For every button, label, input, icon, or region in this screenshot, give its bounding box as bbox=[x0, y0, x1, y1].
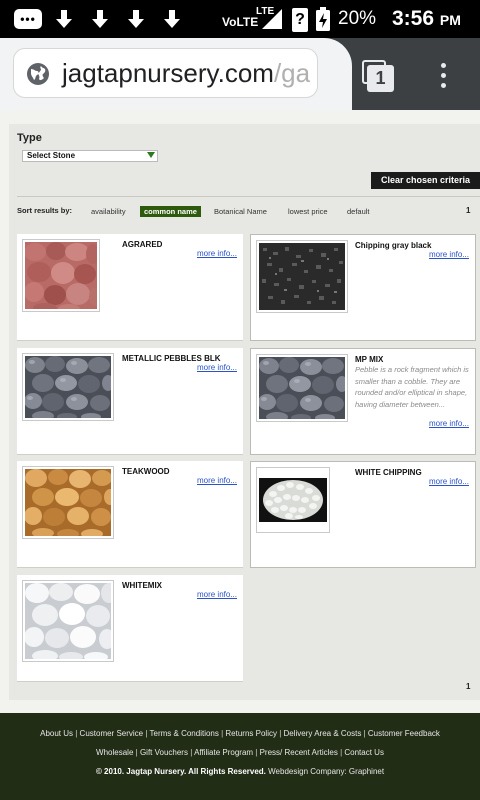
footer-link[interactable]: Wholesale bbox=[96, 748, 133, 757]
more-info-link[interactable]: more info... bbox=[197, 363, 237, 372]
copyright-text: © 2010. Jagtap Nursery. All Rights Reser… bbox=[95, 767, 266, 776]
unknown-sim-icon: ? bbox=[292, 8, 308, 32]
product-name[interactable]: METALLIC PEBBLES BLK bbox=[122, 354, 221, 363]
product-image[interactable] bbox=[22, 580, 114, 662]
more-info-link[interactable]: more info... bbox=[197, 476, 237, 485]
product-card[interactable]: Chipping gray black more info... bbox=[250, 234, 476, 341]
product-name[interactable]: Chipping gray black bbox=[355, 241, 431, 250]
product-card[interactable]: MP MIX Pebble is a rock fragment which i… bbox=[250, 348, 476, 455]
tab-count: 1 bbox=[367, 65, 394, 92]
webdesign-credit-link[interactable]: Webdesign Company: Graphinet bbox=[268, 767, 384, 776]
download-icon bbox=[160, 8, 184, 30]
dropdown-arrow-icon bbox=[147, 152, 155, 158]
product-image[interactable] bbox=[256, 354, 348, 422]
tab-switcher-button[interactable]: 1 bbox=[362, 60, 394, 92]
browser-toolbar: jagtapnursery.com/ga 1 bbox=[0, 38, 480, 110]
footer-link[interactable]: Delivery Area & Costs bbox=[284, 729, 362, 738]
product-image[interactable] bbox=[256, 240, 348, 313]
volte-label: VoLTE bbox=[222, 15, 259, 29]
sort-availability[interactable]: availability bbox=[91, 206, 126, 217]
footer-link[interactable]: About Us bbox=[40, 729, 73, 738]
more-info-link[interactable]: more info... bbox=[197, 249, 237, 258]
url-path: /ga bbox=[273, 58, 311, 88]
divider bbox=[17, 196, 480, 197]
product-image[interactable] bbox=[256, 467, 330, 533]
url-bar[interactable]: jagtapnursery.com/ga bbox=[13, 48, 318, 98]
battery-icon bbox=[315, 7, 331, 36]
product-image[interactable] bbox=[22, 239, 100, 312]
download-icon bbox=[52, 8, 76, 30]
product-image[interactable] bbox=[22, 466, 114, 539]
footer-copyright: © 2010. Jagtap Nursery. All Rights Reser… bbox=[0, 767, 480, 776]
stone-type-select[interactable]: Select Stone bbox=[22, 150, 158, 162]
footer-links-row-1: About Us | Customer Service | Terms & Co… bbox=[40, 729, 440, 738]
more-info-link[interactable]: more info... bbox=[429, 250, 469, 259]
footer-link[interactable]: Terms & Conditions bbox=[150, 729, 219, 738]
footer-link[interactable]: Returns Policy bbox=[225, 729, 277, 738]
site-footer: About Us | Customer Service | Terms & Co… bbox=[0, 713, 480, 800]
more-info-link[interactable]: more info... bbox=[429, 477, 469, 486]
url-text: jagtapnursery.com/ga bbox=[62, 58, 310, 89]
sort-botanical-name[interactable]: Botanical Name bbox=[214, 206, 267, 217]
footer-links-row-2: Wholesale | Gift Vouchers | Affiliate Pr… bbox=[96, 748, 384, 757]
clock-ampm: PM bbox=[439, 12, 461, 28]
clock-time: 3:56 bbox=[392, 7, 435, 30]
product-name[interactable]: TEAKWOOD bbox=[122, 467, 170, 476]
page-number-top[interactable]: 1 bbox=[466, 206, 470, 215]
product-listing: Type Select Stone Clear chosen criteria … bbox=[9, 124, 480, 700]
more-info-link[interactable]: more info... bbox=[197, 590, 237, 599]
clock: 3:56 PM bbox=[392, 7, 461, 31]
product-name[interactable]: WHITEMIX bbox=[122, 581, 162, 590]
product-name[interactable]: MP MIX bbox=[355, 355, 383, 364]
status-bar: ••• VoLTE LTE ? 20% 3:56 PM bbox=[0, 0, 480, 38]
product-description: Pebble is a rock fragment which is small… bbox=[355, 365, 469, 409]
product-card[interactable]: TEAKWOOD more info... bbox=[17, 461, 243, 568]
clear-criteria-button[interactable]: Clear chosen criteria bbox=[371, 172, 480, 189]
product-card[interactable]: WHITEMIX more info... bbox=[17, 575, 243, 682]
product-name[interactable]: AGRARED bbox=[122, 240, 162, 249]
web-page: Type Select Stone Clear chosen criteria … bbox=[0, 110, 480, 800]
footer-link[interactable]: Customer Service bbox=[80, 729, 144, 738]
footer-link[interactable]: Press/ Recent Articles bbox=[260, 748, 338, 757]
battery-percent: 20% bbox=[338, 8, 377, 29]
message-icon: ••• bbox=[14, 9, 42, 29]
product-name[interactable]: WHITE CHIPPING bbox=[355, 468, 422, 477]
toolbar-background: jagtapnursery.com/ga bbox=[0, 38, 352, 110]
type-filter-label: Type bbox=[17, 132, 42, 144]
sort-common-name[interactable]: common name bbox=[140, 206, 201, 217]
product-card[interactable]: METALLIC PEBBLES BLK more info... bbox=[17, 348, 243, 455]
footer-link[interactable]: Contact Us bbox=[344, 748, 384, 757]
footer-link[interactable]: Customer Feedback bbox=[368, 729, 440, 738]
overflow-menu-icon[interactable] bbox=[440, 63, 448, 89]
sort-lowest-price[interactable]: lowest price bbox=[288, 206, 328, 217]
page-number-bottom[interactable]: 1 bbox=[466, 682, 470, 691]
product-card[interactable]: AGRARED more info... bbox=[17, 234, 243, 341]
download-icon bbox=[124, 8, 148, 30]
globe-icon bbox=[26, 62, 50, 91]
product-card[interactable]: WHITE CHIPPING more info... bbox=[250, 461, 476, 568]
stone-type-select-value: Select Stone bbox=[27, 151, 76, 160]
product-image[interactable] bbox=[22, 353, 114, 421]
more-info-link[interactable]: more info... bbox=[429, 419, 469, 428]
url-domain: jagtapnursery.com bbox=[62, 58, 274, 88]
sort-default[interactable]: default bbox=[347, 206, 370, 217]
download-icon bbox=[88, 8, 112, 30]
footer-link[interactable]: Affiliate Program bbox=[194, 748, 253, 757]
signal-icon bbox=[261, 8, 283, 35]
footer-link[interactable]: Gift Vouchers bbox=[140, 748, 188, 757]
sort-label: Sort results by: bbox=[17, 206, 73, 215]
